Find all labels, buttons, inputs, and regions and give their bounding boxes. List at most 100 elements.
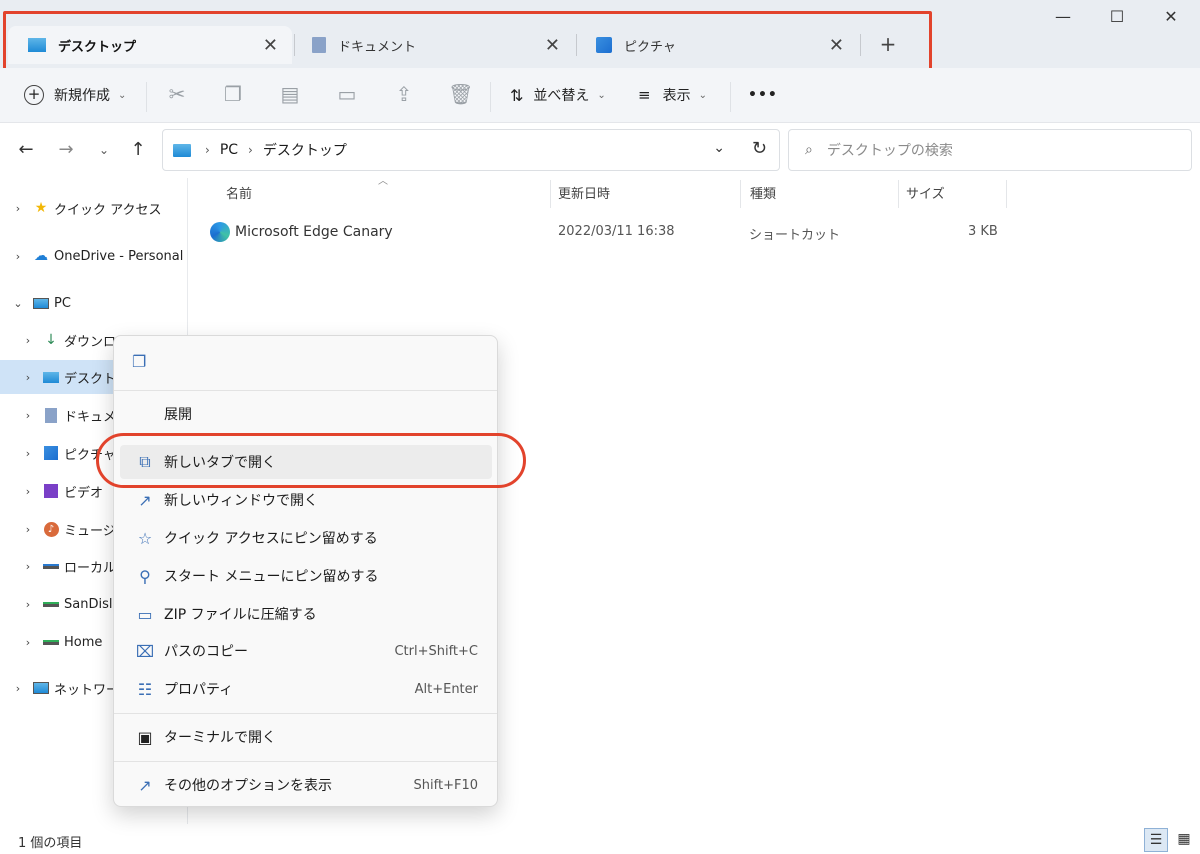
menu-item-label: ターミナルで開く	[164, 730, 276, 746]
breadcrumb-chevron-icon: ›	[248, 143, 253, 157]
sidebar-item-pc[interactable]: ⌄ PC	[0, 286, 188, 320]
open-in-new-window-icon: ↗	[138, 490, 152, 510]
chevron-right-icon[interactable]: ›	[22, 334, 34, 347]
copy-icon[interactable]: ❐	[221, 82, 245, 106]
column-header-size[interactable]: サイズ	[906, 183, 945, 202]
title-bar: デスクトップ ✕ ドキュメント ✕ ピクチャ ✕ + — ☐ ✕	[0, 0, 1200, 68]
new-button[interactable]: + 新規作成 ⌄	[24, 82, 126, 108]
chevron-down-icon[interactable]: ⌄	[12, 297, 24, 310]
shortcut-label: Shift+F10	[413, 777, 478, 793]
menu-item-pin-quick-access[interactable]: ☆ クイック アクセスにピン留めする	[120, 521, 492, 555]
sidebar-item-label: SanDisl	[64, 596, 113, 612]
chevron-right-icon[interactable]: ›	[22, 598, 34, 611]
more-options-button[interactable]: •••	[748, 82, 778, 108]
new-label: 新規作成	[54, 88, 110, 104]
menu-item-open-new-window[interactable]: ↗ 新しいウィンドウで開く	[120, 483, 492, 517]
column-header-name[interactable]: 名前	[226, 183, 252, 202]
share-icon[interactable]: ⇪	[392, 82, 416, 106]
tab-documents[interactable]: ドキュメント ✕	[292, 26, 574, 64]
chevron-right-icon[interactable]: ›	[12, 202, 24, 215]
close-icon[interactable]: ✕	[263, 35, 278, 56]
maximize-button[interactable]: ☐	[1094, 6, 1140, 30]
menu-item-label: その他のオプションを表示	[164, 778, 332, 794]
star-outline-icon: ☆	[137, 528, 153, 548]
close-icon[interactable]: ✕	[829, 35, 844, 56]
details-view-icon[interactable]: ☰	[1144, 828, 1168, 852]
video-icon	[42, 483, 60, 499]
column-divider[interactable]	[740, 180, 741, 208]
tab-desktop[interactable]: デスクトップ ✕	[8, 26, 292, 64]
chevron-right-icon[interactable]: ›	[22, 409, 34, 422]
close-window-button[interactable]: ✕	[1148, 6, 1194, 30]
address-bar[interactable]: › PC › デスクトップ ⌄ ↻	[162, 129, 780, 171]
delete-icon[interactable]: 🗑	[448, 82, 473, 106]
copy-icon[interactable]: ❐	[132, 352, 146, 371]
column-header-modified[interactable]: 更新日時	[558, 183, 610, 202]
cut-icon[interactable]: ✂	[165, 82, 189, 106]
sort-button[interactable]: ⇅ 並べ替え ⌄	[510, 82, 606, 108]
menu-item-open-terminal[interactable]: ▣ ターミナルで開く	[120, 720, 492, 754]
toolbar-divider	[146, 82, 147, 112]
chevron-right-icon[interactable]: ›	[22, 636, 34, 649]
properties-icon: ☷	[137, 679, 153, 699]
cloud-icon: ☁	[34, 248, 48, 264]
menu-item-expand[interactable]: 展開	[120, 397, 492, 431]
menu-item-compress-zip[interactable]: ▭ ZIP ファイルに圧縮する	[120, 597, 492, 631]
desktop-icon	[28, 38, 46, 52]
chevron-right-icon[interactable]: ›	[22, 447, 34, 460]
menu-item-pin-start[interactable]: ⚲ スタート メニューにピン留めする	[120, 559, 492, 593]
view-button[interactable]: ≡ 表示 ⌄	[638, 82, 707, 108]
tab-label: ドキュメント	[338, 39, 417, 55]
recent-locations-chevron-icon[interactable]: ⌄	[92, 138, 116, 162]
file-modified: 2022/03/11 16:38	[558, 224, 675, 239]
paste-icon[interactable]: ▤	[278, 82, 302, 106]
sidebar-item-quick-access[interactable]: › ★ クイック アクセス	[0, 191, 188, 225]
sidebar-item-onedrive[interactable]: › ☁ OneDrive - Personal	[0, 239, 188, 273]
chevron-right-icon[interactable]: ›	[12, 250, 24, 263]
new-tab-button[interactable]: +	[874, 32, 902, 58]
chevron-right-icon[interactable]: ›	[22, 485, 34, 498]
forward-icon[interactable]: →	[54, 138, 78, 162]
item-count: 1 個の項目	[18, 836, 83, 851]
open-in-new-tab-icon: ⧉	[139, 452, 151, 471]
sort-label: 並べ替え	[533, 88, 590, 104]
column-header-type[interactable]: 種類	[750, 183, 776, 202]
chevron-right-icon[interactable]: ›	[22, 371, 34, 384]
close-icon[interactable]: ✕	[545, 35, 560, 56]
rename-icon[interactable]: ▭	[335, 82, 359, 106]
menu-item-copy-path[interactable]: ⌧ パスのコピー Ctrl+Shift+C	[120, 634, 492, 668]
search-icon: ⌕	[805, 142, 813, 158]
menu-item-label: 新しいタブで開く	[164, 455, 276, 471]
desktop-icon	[173, 143, 191, 157]
document-icon	[312, 37, 326, 53]
chevron-down-icon[interactable]: ⌄	[713, 140, 725, 156]
view-icon: ≡	[638, 86, 651, 104]
back-icon[interactable]: ←	[14, 138, 38, 162]
breadcrumb-desktop[interactable]: デスクトップ	[263, 140, 347, 160]
menu-divider	[114, 390, 497, 391]
star-icon: ★	[34, 200, 48, 216]
chevron-right-icon[interactable]: ›	[22, 560, 34, 573]
music-icon: ♪	[42, 521, 60, 537]
up-icon[interactable]: ↑	[126, 138, 150, 162]
tab-pictures[interactable]: ピクチャ ✕	[576, 26, 858, 64]
computer-icon	[32, 295, 50, 311]
column-divider[interactable]	[550, 180, 551, 208]
menu-item-properties[interactable]: ☷ プロパティ Alt+Enter	[120, 672, 492, 706]
minimize-button[interactable]: —	[1040, 6, 1086, 30]
menu-item-open-new-tab[interactable]: ⧉ 新しいタブで開く	[120, 445, 492, 479]
search-box[interactable]: ⌕ デスクトップの検索	[788, 129, 1192, 171]
breadcrumb-pc[interactable]: PC	[220, 142, 238, 158]
picture-icon	[596, 37, 612, 53]
sidebar-item-label: ピクチャ	[64, 447, 116, 463]
chevron-right-icon[interactable]: ›	[22, 523, 34, 536]
chevron-right-icon[interactable]: ›	[12, 682, 24, 695]
sidebar-item-label: ダウンロ	[64, 334, 117, 350]
column-divider[interactable]	[898, 180, 899, 208]
refresh-icon[interactable]: ↻	[752, 138, 767, 159]
menu-item-more-options[interactable]: ↗ その他のオプションを表示 Shift+F10	[120, 768, 492, 802]
tiles-view-icon[interactable]: ▦	[1172, 828, 1196, 852]
menu-item-label: パスのコピー	[164, 644, 248, 660]
column-divider[interactable]	[1006, 180, 1007, 208]
download-icon: ↓	[45, 332, 57, 348]
